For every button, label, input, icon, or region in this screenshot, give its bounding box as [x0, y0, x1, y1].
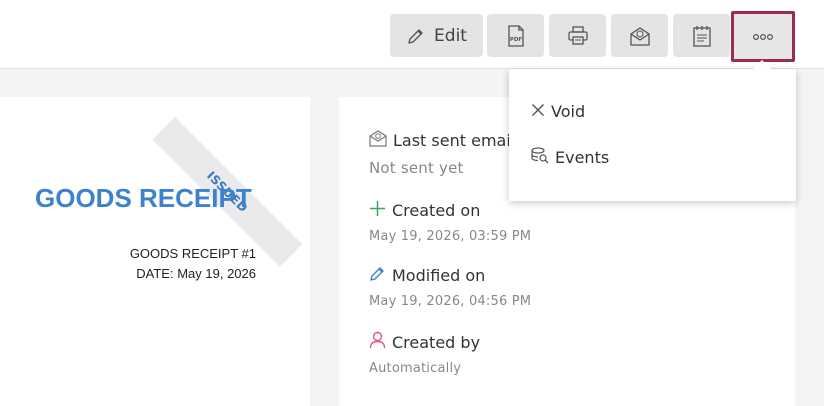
modified-on: Modified on May 19, 2026, 04:56 PM: [369, 265, 531, 309]
last-sent-email: Last sent email Not sent yet: [369, 129, 515, 177]
pdf-icon: PDF: [506, 24, 526, 47]
notes-button[interactable]: [673, 14, 730, 57]
created-on-label: Created on: [392, 201, 481, 220]
email-icon: [629, 25, 651, 47]
menu-item-void[interactable]: Void: [531, 102, 585, 121]
toolbar: Edit PDF: [0, 6, 824, 69]
menu-item-label: Void: [551, 102, 586, 121]
document-title: GOODS RECEIPT: [35, 183, 252, 213]
user-icon: [369, 331, 386, 353]
close-icon: [531, 102, 545, 121]
pencil-icon: [406, 26, 426, 46]
notes-icon: [692, 25, 712, 47]
menu-item-label: Events: [555, 148, 610, 167]
modified-on-value: May 19, 2026, 04:56 PM: [369, 294, 532, 309]
events-icon: [531, 147, 549, 168]
more-icon: [752, 33, 774, 41]
created-on: Created on May 19, 2026, 03:59 PM: [369, 200, 531, 244]
document-date: DATE: May 19, 2026: [136, 266, 256, 281]
date-label: DATE:: [136, 266, 174, 281]
edit-button[interactable]: Edit: [390, 14, 483, 57]
created-by-value: Automatically: [369, 361, 462, 376]
svg-text:PDF: PDF: [509, 37, 522, 43]
document-preview: ISSUED GOODS RECEIPT GOODS RECEIPT #1 DA…: [0, 97, 310, 406]
plus-icon: [369, 200, 386, 221]
pdf-button[interactable]: PDF: [487, 14, 544, 57]
pencil-icon: [369, 265, 386, 286]
envelope-icon: [369, 129, 387, 151]
created-by: Created by Automatically: [369, 331, 480, 376]
created-on-value: May 19, 2026, 03:59 PM: [369, 229, 532, 244]
more-button[interactable]: [731, 11, 795, 62]
more-menu: Void Events: [509, 60, 796, 201]
document-number: GOODS RECEIPT #1: [129, 246, 256, 261]
email-button[interactable]: [611, 14, 668, 57]
print-button[interactable]: [549, 14, 606, 57]
last-sent-label: Last sent email: [393, 130, 516, 150]
menu-caret: [752, 60, 772, 70]
last-sent-value: Not sent yet: [369, 159, 464, 177]
edit-label: Edit: [434, 25, 467, 46]
created-by-label: Created by: [392, 332, 481, 352]
menu-item-events[interactable]: Events: [531, 147, 609, 168]
modified-on-label: Modified on: [392, 266, 486, 285]
date-value: May 19, 2026: [177, 266, 256, 281]
printer-icon: [567, 25, 589, 46]
